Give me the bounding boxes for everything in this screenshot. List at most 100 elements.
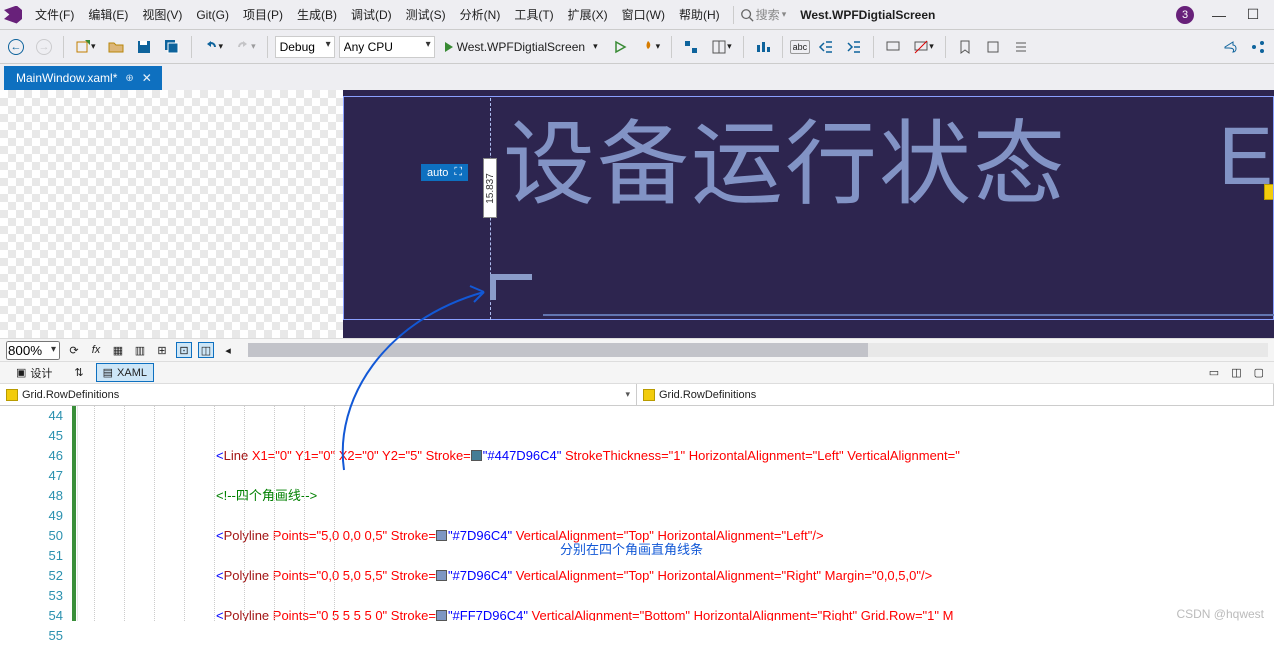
- line-number: 54: [0, 606, 63, 626]
- line-number: 51: [0, 546, 63, 566]
- line-number: 48: [0, 486, 63, 506]
- corner-decoration: [490, 274, 532, 300]
- tool-icon-3[interactable]: [751, 36, 775, 58]
- hot-reload-icon[interactable]: ▾: [636, 36, 665, 58]
- design-icon: ▣: [16, 366, 26, 379]
- menu-debug[interactable]: 调试(D): [344, 2, 399, 27]
- dimension-label: 15.837: [483, 158, 497, 218]
- code-editor[interactable]: 44 45 46 47 48 49 50 51 52 53 54 55 <Lin…: [0, 406, 1274, 621]
- menu-analyze[interactable]: 分析(N): [453, 2, 508, 27]
- indent-left-icon[interactable]: [814, 36, 838, 58]
- share-icon[interactable]: [1218, 36, 1242, 58]
- play-icon: [445, 42, 453, 52]
- menu-view[interactable]: 视图(V): [135, 2, 189, 27]
- refresh-icon[interactable]: ⟳: [66, 342, 82, 358]
- comment-icon[interactable]: [881, 36, 905, 58]
- guides-icon[interactable]: ⊞: [154, 342, 170, 358]
- save-icon[interactable]: [132, 36, 156, 58]
- run-button[interactable]: West.WPFDigtialScreen▾: [439, 40, 604, 54]
- fx-icon[interactable]: fx: [88, 342, 104, 358]
- line-number: 49: [0, 506, 63, 526]
- new-item-icon[interactable]: ▾: [71, 36, 100, 58]
- save-all-icon[interactable]: [160, 36, 184, 58]
- design-tab[interactable]: ▣设计: [10, 363, 58, 383]
- menu-extensions[interactable]: 扩展(X): [561, 2, 615, 27]
- designer-margin: [0, 90, 343, 338]
- file-tab-label: MainWindow.xaml*: [16, 71, 117, 85]
- breadcrumb-left[interactable]: Grid.RowDefinitions▾: [0, 384, 637, 405]
- code-content[interactable]: <Line X1="0" Y1="0" X2="0" Y2="5" Stroke…: [78, 406, 1274, 621]
- window-maximize[interactable]: ☐: [1236, 6, 1270, 23]
- line-number: 55: [0, 626, 63, 646]
- notification-badge[interactable]: 3: [1176, 6, 1194, 24]
- expand-icon: ⛶: [454, 166, 462, 179]
- start-no-debug-icon[interactable]: [608, 36, 632, 58]
- platform-select[interactable]: Any CPU: [339, 36, 435, 58]
- abc-icon[interactable]: abc: [790, 40, 811, 54]
- xaml-tab[interactable]: ▤XAML: [96, 363, 154, 382]
- nav-fwd[interactable]: →: [32, 36, 56, 58]
- swap-icon[interactable]: ⇅: [74, 366, 83, 379]
- scroll-left-icon[interactable]: ◂: [220, 342, 236, 358]
- tool-icon-9[interactable]: [981, 36, 1005, 58]
- live-share-icon[interactable]: [1246, 36, 1270, 58]
- preview-text-2: Ec: [1218, 110, 1274, 204]
- expand-pane-icon[interactable]: ▢: [1254, 366, 1264, 379]
- nav-back[interactable]: ←: [4, 36, 28, 58]
- tool-icon-1[interactable]: [679, 36, 703, 58]
- grid-icon[interactable]: ▦: [110, 342, 126, 358]
- menu-help[interactable]: 帮助(H): [672, 2, 727, 27]
- snap-icon[interactable]: ▥: [132, 342, 148, 358]
- menu-build[interactable]: 生成(B): [290, 2, 344, 27]
- line-number: 53: [0, 586, 63, 606]
- code-line: <Polyline Points="0 5 5 5 5 0" Stroke="#…: [86, 606, 1274, 621]
- ruler-icon[interactable]: ◫: [198, 342, 214, 358]
- xaml-icon: ▤: [103, 366, 113, 379]
- run-target-label: West.WPFDigtialScreen: [457, 40, 585, 54]
- snap-grid-icon[interactable]: ⊡: [176, 342, 192, 358]
- line-gutter: 44 45 46 47 48 49 50 51 52 53 54 55: [0, 406, 78, 621]
- menu-bar: 文件(F) 编辑(E) 视图(V) Git(G) 项目(P) 生成(B) 调试(…: [0, 0, 1274, 30]
- zoom-input[interactable]: [6, 341, 60, 360]
- code-line: <Polyline Points="0,0 5,0 5,5" Stroke="#…: [86, 566, 1274, 586]
- bookmark-icon[interactable]: [953, 36, 977, 58]
- view-tabs: ▣设计 ⇅ ▤XAML ▭ ◫ ▢: [0, 362, 1274, 384]
- redo-icon[interactable]: ▾: [231, 36, 260, 58]
- pin-icon[interactable]: ⊕: [125, 73, 133, 84]
- close-tab-icon[interactable]: ✕: [142, 71, 152, 85]
- horizontal-scroll[interactable]: [248, 343, 1268, 357]
- window-minimize[interactable]: —: [1202, 7, 1236, 23]
- menu-file[interactable]: 文件(F): [28, 2, 81, 27]
- menu-edit[interactable]: 编辑(E): [81, 2, 135, 27]
- code-line: <Line X1="0" Y1="0" X2="0" Y2="5" Stroke…: [86, 446, 1274, 466]
- split-h-icon[interactable]: ▭: [1209, 366, 1219, 379]
- watermark: CSDN @hqwest: [1176, 607, 1264, 621]
- preview-text: 设备运行状态: [503, 90, 1067, 223]
- toolbar: ← → ▾ ▾ ▾ Debug Any CPU West.WPFDigtialS…: [0, 30, 1274, 64]
- undo-icon[interactable]: ▾: [199, 36, 228, 58]
- menu-test[interactable]: 测试(S): [399, 2, 453, 27]
- split-v-icon[interactable]: ◫: [1231, 366, 1241, 379]
- line-number: 52: [0, 566, 63, 586]
- search-box[interactable]: 搜索▾: [740, 6, 787, 23]
- vs-logo-icon: [4, 6, 22, 24]
- breadcrumb-bar: Grid.RowDefinitions▾ Grid.RowDefinitions: [0, 384, 1274, 406]
- config-select[interactable]: Debug: [275, 36, 335, 58]
- line-number: 50: [0, 526, 63, 546]
- tool-icon-10[interactable]: [1009, 36, 1033, 58]
- file-tab[interactable]: MainWindow.xaml* ⊕ ✕: [4, 66, 162, 90]
- tool-icon-2[interactable]: ▾: [707, 36, 736, 58]
- scroll-thumb[interactable]: [248, 343, 868, 357]
- menu-git[interactable]: Git(G): [189, 4, 236, 26]
- line-number: 45: [0, 426, 63, 446]
- design-canvas[interactable]: 15.837 auto⛶ 设备运行状态 Ec: [343, 90, 1274, 338]
- uncomment-icon[interactable]: ▾: [909, 36, 938, 58]
- open-icon[interactable]: [104, 36, 128, 58]
- breadcrumb-right[interactable]: Grid.RowDefinitions: [637, 384, 1274, 405]
- auto-size-badge[interactable]: auto⛶: [421, 164, 468, 181]
- separator: [733, 6, 734, 24]
- indent-right-icon[interactable]: [842, 36, 866, 58]
- menu-project[interactable]: 项目(P): [236, 2, 290, 27]
- menu-window[interactable]: 窗口(W): [615, 2, 672, 27]
- menu-tools[interactable]: 工具(T): [507, 2, 560, 27]
